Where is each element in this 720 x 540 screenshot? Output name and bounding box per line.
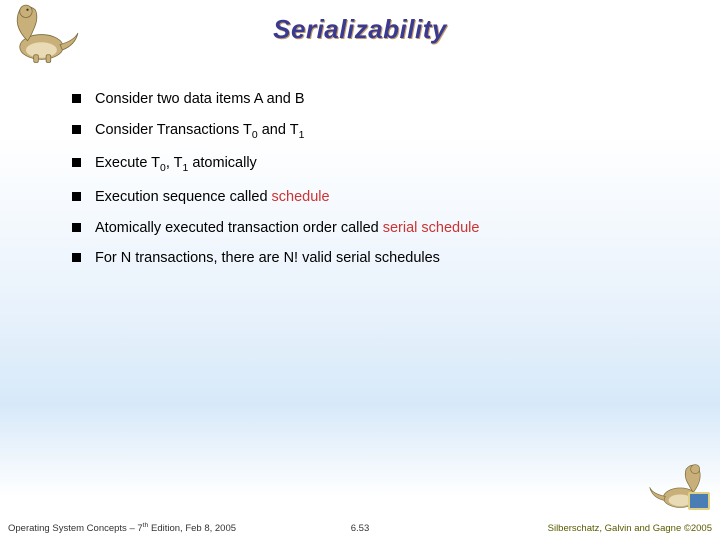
bullet-text: Consider Transactions T0 and T1 xyxy=(95,121,304,142)
monitor-icon xyxy=(688,492,710,510)
bullet-square-icon xyxy=(72,192,81,201)
footer-left: Operating System Concepts – 7th Edition,… xyxy=(8,522,243,534)
list-item: Execution sequence called schedule xyxy=(72,188,680,207)
bullet-square-icon xyxy=(72,253,81,262)
slide-title: Serializability xyxy=(0,14,720,45)
list-item: For N transactions, there are N! valid s… xyxy=(72,249,680,268)
bullet-text: Execution sequence called schedule xyxy=(95,188,330,207)
list-item: Atomically executed transaction order ca… xyxy=(72,219,680,238)
bullet-text: Execute T0, T1 atomically xyxy=(95,154,257,175)
bullet-square-icon xyxy=(72,94,81,103)
slide-footer: Operating System Concepts – 7th Edition,… xyxy=(8,522,712,534)
footer-page-number: 6.53 xyxy=(243,523,478,534)
footer-copyright: Silberschatz, Galvin and Gagne ©2005 xyxy=(477,523,712,534)
bullet-square-icon xyxy=(72,158,81,167)
bullet-square-icon xyxy=(72,125,81,134)
bullet-list: Consider two data items A and B Consider… xyxy=(72,90,680,280)
list-item: Execute T0, T1 atomically xyxy=(72,154,680,175)
bullet-text: Atomically executed transaction order ca… xyxy=(95,219,479,238)
bullet-text: For N transactions, there are N! valid s… xyxy=(95,249,440,268)
bullet-text: Consider two data items A and B xyxy=(95,90,305,109)
list-item: Consider two data items A and B xyxy=(72,90,680,109)
list-item: Consider Transactions T0 and T1 xyxy=(72,121,680,142)
bullet-square-icon xyxy=(72,223,81,232)
